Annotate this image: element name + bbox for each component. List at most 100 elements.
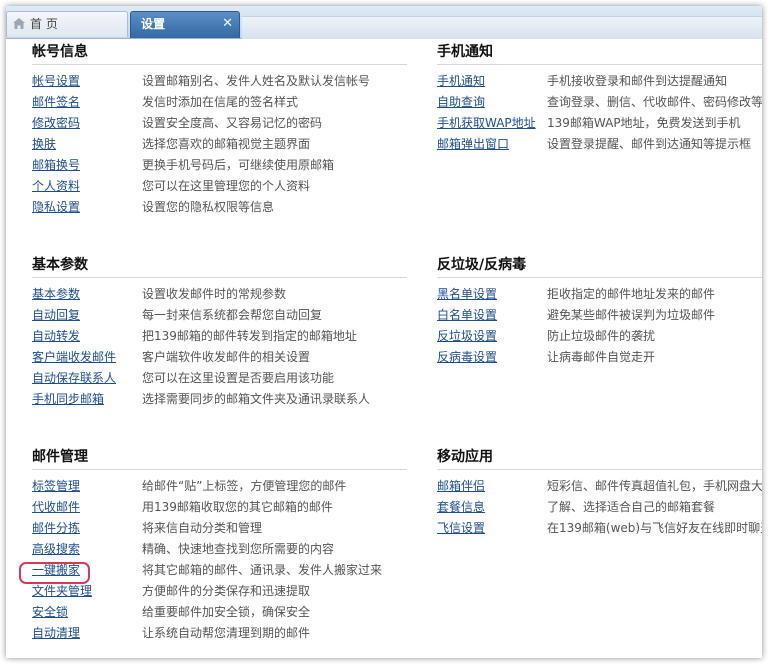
setting-link[interactable]: 飞信设置 (437, 518, 485, 539)
setting-link[interactable]: 基本参数 (32, 284, 80, 305)
setting-link[interactable]: 自动保存联系人 (32, 368, 116, 389)
setting-description: 客户端软件收发邮件的相关设置 (142, 350, 311, 364)
setting-row: 修改密码 设置安全度高、又容易记忆的密码 (32, 113, 407, 134)
setting-row: 手机同步邮箱 选择需要同步的邮箱文件夹及通讯录联系人 (32, 389, 407, 410)
setting-description: 在139邮箱(web)与飞信好友在线即时聊天 (547, 521, 762, 535)
setting-link[interactable]: 邮箱伴侣 (437, 476, 485, 497)
setting-description: 方便邮件的分类保存和迅速提取 (142, 584, 311, 598)
setting-row: 黑名单设置 拒收指定的邮件地址发来的邮件 (437, 284, 762, 305)
setting-row: 自动清理 让系统自动帮您清理到期的邮件 (32, 623, 407, 644)
setting-row: 反垃圾设置 防止垃圾邮件的袭扰 (437, 326, 762, 347)
setting-link[interactable]: 黑名单设置 (437, 284, 497, 305)
setting-description: 给重要邮件加安全锁，确保安全 (142, 605, 311, 619)
setting-row: 基本参数 设置收发邮件时的常规参数 (32, 284, 407, 305)
setting-link[interactable]: 帐号设置 (32, 71, 80, 92)
setting-description: 让系统自动帮您清理到期的邮件 (142, 626, 311, 640)
setting-description: 设置收发邮件时的常规参数 (142, 287, 287, 301)
setting-link[interactable]: 自动清理 (32, 623, 80, 644)
setting-description: 您可以在这里管理您的个人资料 (142, 179, 311, 193)
setting-description: 设置邮箱别名、发件人姓名及默认发信帐号 (142, 74, 371, 88)
setting-description: 用139邮箱收取您的其它邮箱的邮件 (142, 500, 333, 514)
setting-link[interactable]: 自助查询 (437, 92, 485, 113)
setting-link[interactable]: 标签管理 (32, 476, 80, 497)
section-mail: 邮件管理 标签管理 给邮件“贴”上标签，方便管理您的邮件 代收邮件 用139邮箱收取您… (32, 448, 407, 644)
setting-link[interactable]: 文件夹管理 (32, 581, 92, 602)
setting-row: 文件夹管理 方便邮件的分类保存和迅速提取 (32, 581, 407, 602)
setting-description: 让病毒邮件自觉走开 (547, 350, 656, 364)
setting-link[interactable]: 隐私设置 (32, 197, 80, 218)
setting-link[interactable]: 手机同步邮箱 (32, 389, 104, 410)
settings-window: 首 页 设置 ✕ 帐号信息 帐号设置 设置邮箱别名、发件人姓名及默认发信帐号邮件签… (6, 6, 762, 658)
section-title-account: 帐号信息 (32, 43, 407, 65)
setting-link[interactable]: 高级搜索 (32, 539, 80, 560)
highlight-box (19, 562, 90, 584)
setting-row: 安全锁 给重要邮件加安全锁，确保安全 (32, 602, 407, 623)
section-mobile: 移动应用 邮箱伴侣 短彩信、邮件传真超值礼包，手机网盘大 套餐信息 了解、选择适合自己… (437, 448, 762, 539)
setting-link[interactable]: 手机通知 (437, 71, 485, 92)
setting-description: 设置您的隐私权限等信息 (142, 200, 275, 214)
setting-link[interactable]: 客户端收发邮件 (32, 347, 116, 368)
setting-link[interactable]: 反病毒设置 (437, 347, 497, 368)
section-phone: 手机通知 手机通知 手机接收登录和邮件到达提醒通知 自助查询 查询登录、删信、代收邮件… (437, 43, 762, 155)
section-title-spam: 反垃圾/反病毒 (437, 256, 762, 278)
setting-row: 换肤 选择您喜欢的邮箱视觉主题界面 (32, 134, 407, 155)
setting-description: 手机接收登录和邮件到达提醒通知 (547, 74, 728, 88)
setting-row: 自助查询 查询登录、删信、代收邮件、密码修改等 (437, 92, 762, 113)
setting-link[interactable]: 换肤 (32, 134, 56, 155)
setting-link[interactable]: 个人资料 (32, 176, 80, 197)
setting-description: 您可以在这里设置是否要启用该功能 (142, 371, 335, 385)
setting-link[interactable]: 邮箱弹出窗口 (437, 134, 509, 155)
setting-link[interactable]: 邮箱换号 (32, 155, 80, 176)
setting-description: 设置安全度高、又容易记忆的密码 (142, 116, 323, 130)
tab-strip-filler (242, 16, 762, 39)
setting-description: 选择需要同步的邮箱文件夹及通讯录联系人 (142, 392, 371, 406)
setting-description: 给邮件“贴”上标签，方便管理您的邮件 (142, 479, 347, 493)
setting-description: 防止垃圾邮件的袭扰 (547, 329, 656, 343)
setting-description: 更换手机号码后，可继续使用原邮箱 (142, 158, 335, 172)
setting-row: 自动回复 每一封来信系统都会帮您自动回复 (32, 305, 407, 326)
setting-row: 隐私设置 设置您的隐私权限等信息 (32, 197, 407, 218)
section-basic: 基本参数 基本参数 设置收发邮件时的常规参数 自动回复 每一封来信系统都会帮您自动回复… (32, 256, 407, 410)
section-spam: 反垃圾/反病毒 黑名单设置 拒收指定的邮件地址发来的邮件 白名单设置 避免某些邮件被误… (437, 256, 762, 368)
setting-row: 自动保存联系人 您可以在这里设置是否要启用该功能 (32, 368, 407, 389)
setting-row: 标签管理 给邮件“贴”上标签，方便管理您的邮件 (32, 476, 407, 497)
setting-link[interactable]: 安全锁 (32, 602, 68, 623)
setting-link[interactable]: 邮件签名 (32, 92, 80, 113)
section-title-phone: 手机通知 (437, 43, 762, 65)
home-icon (13, 18, 25, 29)
section-title-basic: 基本参数 (32, 256, 407, 278)
setting-row: 套餐信息 了解、选择适合自己的邮箱套餐 (437, 497, 762, 518)
section-title-mobile: 移动应用 (437, 448, 762, 470)
setting-description: 将来信自动分类和管理 (142, 521, 263, 535)
section-account: 帐号信息 帐号设置 设置邮箱别名、发件人姓名及默认发信帐号邮件签名 发信时添加在信尾… (32, 43, 407, 218)
setting-link[interactable]: 邮件分拣 (32, 518, 80, 539)
setting-row: 飞信设置 在139邮箱(web)与飞信好友在线即时聊天 (437, 518, 762, 539)
setting-description: 发信时添加在信尾的签名样式 (142, 95, 299, 109)
setting-link[interactable]: 修改密码 (32, 113, 80, 134)
setting-row: 高级搜索 精确、快速地查找到您所需要的内容 (32, 539, 407, 560)
setting-row: 手机通知 手机接收登录和邮件到达提醒通知 (437, 71, 762, 92)
setting-link[interactable]: 自动回复 (32, 305, 80, 326)
setting-description: 选择您喜欢的邮箱视觉主题界面 (142, 137, 311, 151)
setting-description: 每一封来信系统都会帮您自动回复 (142, 308, 323, 322)
setting-description: 查询登录、删信、代收邮件、密码修改等 (547, 95, 762, 109)
setting-row: 个人资料 您可以在这里管理您的个人资料 (32, 176, 407, 197)
setting-link[interactable]: 手机获取WAP地址 (437, 113, 536, 134)
setting-row: 帐号设置 设置邮箱别名、发件人姓名及默认发信帐号 (32, 71, 407, 92)
setting-link[interactable]: 代收邮件 (32, 497, 80, 518)
setting-description: 把139邮箱的邮件转发到指定的邮箱地址 (142, 329, 357, 343)
setting-row: 邮箱伴侣 短彩信、邮件传真超值礼包，手机网盘大 (437, 476, 762, 497)
setting-description: 了解、选择适合自己的邮箱套餐 (547, 500, 716, 514)
close-icon[interactable]: ✕ (222, 12, 233, 36)
setting-link[interactable]: 白名单设置 (437, 305, 497, 326)
setting-description: 将其它邮箱的邮件、通讯录、发件人搬家过来 (142, 563, 383, 577)
tab-settings[interactable]: 设置 ✕ (130, 11, 240, 38)
tab-home[interactable]: 首 页 (6, 11, 128, 37)
setting-row: 邮箱换号 更换手机号码后，可继续使用原邮箱 (32, 155, 407, 176)
setting-row: 邮箱弹出窗口 设置登录提醒、邮件到达通知等提示框 (437, 134, 762, 155)
setting-link[interactable]: 反垃圾设置 (437, 326, 497, 347)
setting-link[interactable]: 套餐信息 (437, 497, 485, 518)
setting-link[interactable]: 自动转发 (32, 326, 80, 347)
tab-settings-label: 设置 (141, 17, 166, 31)
setting-row: 反病毒设置 让病毒邮件自觉走开 (437, 347, 762, 368)
